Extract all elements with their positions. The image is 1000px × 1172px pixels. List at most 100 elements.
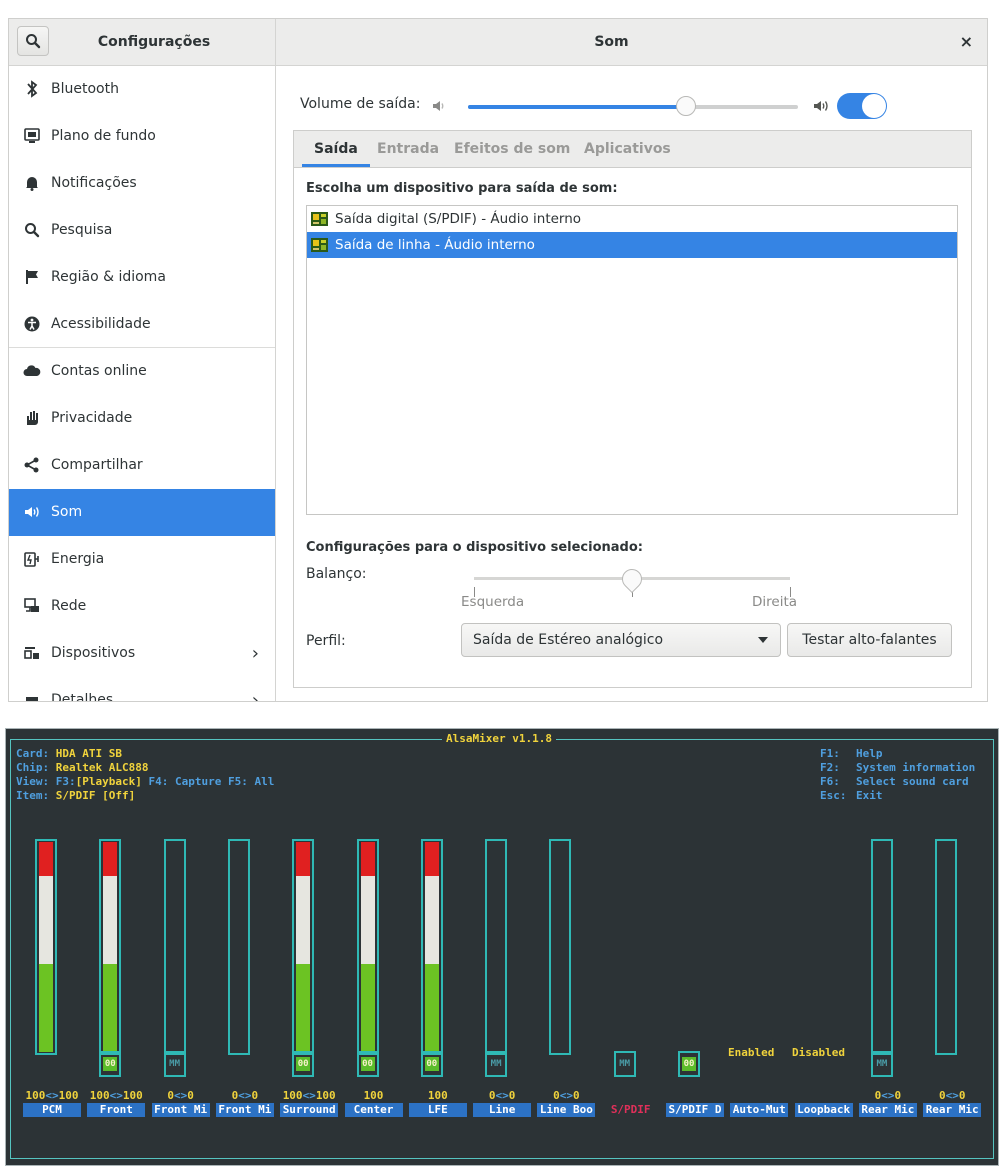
output-volume-switch[interactable] (837, 93, 887, 119)
close-button[interactable]: × (960, 19, 973, 65)
right-value: 100 (315, 1089, 336, 1102)
volume-bar[interactable] (549, 839, 572, 1055)
value: 100 (363, 1089, 384, 1102)
volume-bar[interactable] (99, 839, 122, 1055)
channel-name[interactable]: Surround (280, 1103, 339, 1117)
volume-bar[interactable] (163, 839, 186, 1055)
sidebar-item-dispositivos[interactable]: Dispositivos › (9, 630, 275, 677)
background-icon (24, 128, 40, 143)
link-arrow-icon: <> (945, 1089, 959, 1102)
channel-name[interactable]: S/PDIF D (666, 1103, 724, 1117)
mixer-channel[interactable]: Loopback (792, 729, 856, 1129)
panel-title: Som (594, 34, 629, 50)
mute-toggle[interactable]: 00 (99, 1051, 122, 1077)
mute-toggle[interactable]: 00 (292, 1051, 315, 1077)
volume-bar[interactable] (356, 839, 379, 1055)
sidebar-item-som[interactable]: Som (9, 489, 275, 536)
tab-aplicativos[interactable]: Aplicativos (572, 131, 683, 167)
channel-values: 100<>100 (84, 1089, 148, 1102)
volume-bar[interactable] (227, 839, 250, 1055)
sidebar-item-notifica-es[interactable]: Notificações (9, 160, 275, 207)
mute-toggle[interactable]: MM (870, 1051, 893, 1077)
balance-slider[interactable] (474, 564, 791, 597)
search-button[interactable] (17, 26, 49, 56)
mixer-channel[interactable]: 0<>0 Line Boo (534, 729, 598, 1129)
sidebar-item-plano-de-fundo[interactable]: Plano de fundo (9, 113, 275, 160)
output-volume-handle[interactable] (675, 96, 696, 116)
link-arrow-icon: <> (559, 1089, 574, 1102)
mute-toggle[interactable]: MM (163, 1051, 186, 1077)
tab-entrada[interactable]: Entrada (365, 131, 451, 167)
channel-name[interactable]: Rear Mic (923, 1103, 982, 1117)
channel-name[interactable]: Auto-Mut (730, 1103, 789, 1117)
profile-dropdown[interactable]: Saída de Estéreo analógico (461, 623, 781, 657)
volume-bar[interactable] (420, 839, 443, 1055)
channel-name[interactable]: S/PDIF (601, 1103, 660, 1117)
channel-name[interactable]: Line Boo (537, 1103, 596, 1117)
test-speakers-button[interactable]: Testar alto-falantes (787, 623, 952, 657)
link-arrow-icon: <> (302, 1089, 316, 1102)
mixer-channel[interactable]: 00 100<>100 Surround (277, 729, 341, 1129)
mute-toggle[interactable]: 00 (356, 1051, 379, 1077)
volume-bar[interactable] (935, 839, 958, 1055)
mute-state: MM (619, 1059, 631, 1069)
mixer-channel[interactable]: MM 0<>0 Rear Mic (856, 729, 920, 1129)
mixer-channel[interactable]: 0<>0 Rear Mic (920, 729, 984, 1129)
channel-values: 100 (406, 1089, 470, 1102)
tab-sa-da[interactable]: Saída (302, 131, 370, 167)
mixer-channel[interactable]: 00 S/PDIF D (663, 729, 727, 1129)
mute-toggle[interactable]: 00 (420, 1051, 443, 1077)
balance-handle[interactable] (617, 564, 647, 594)
volume-bar[interactable] (292, 839, 315, 1055)
sidebar-item-compartilhar[interactable]: Compartilhar (9, 442, 275, 489)
mixer-channel[interactable]: MM 0<>0 Front Mi (149, 729, 213, 1129)
tab-efeitos-de-som[interactable]: Efeitos de som (442, 131, 582, 167)
channel-name[interactable]: Loopback (794, 1103, 853, 1117)
sidebar-item-privacidade[interactable]: Privacidade (9, 395, 275, 442)
mute-toggle[interactable]: MM (613, 1051, 636, 1077)
volume-bar[interactable] (35, 839, 57, 1055)
channel-name[interactable]: PCM (23, 1103, 81, 1117)
volume-bar[interactable] (870, 839, 893, 1055)
channel-name[interactable]: Front Mi (151, 1103, 210, 1117)
mute-toggle[interactable]: MM (485, 1051, 508, 1077)
mixer-channel[interactable]: MM S/PDIF (599, 729, 663, 1129)
mixer-channel[interactable]: MM 0<>0 Line (470, 729, 534, 1129)
mixer-channel[interactable]: 00 100<>100 Front (84, 729, 148, 1129)
level-red (103, 842, 118, 876)
balance-left-label: Esquerda (461, 594, 525, 610)
level-white (424, 875, 439, 964)
mixer-channel[interactable]: 100<>100 PCM (20, 729, 84, 1129)
sidebar-item-label: Privacidade (51, 410, 133, 426)
channel-name[interactable]: Center (344, 1103, 403, 1117)
channel-name[interactable]: Front Mi (215, 1103, 274, 1117)
left-value: 100 (25, 1089, 46, 1102)
output-device-row[interactable]: Saída de linha - Áudio interno (307, 232, 957, 258)
output-volume-slider[interactable] (468, 96, 798, 116)
sidebar-item-contas-online[interactable]: Contas online (9, 348, 275, 395)
sidebar-item-pesquisa[interactable]: Pesquisa (9, 207, 275, 254)
sidebar-item-regi-o-idioma[interactable]: Região & idioma (9, 254, 275, 301)
mixer-channel[interactable]: 00 100 Center (342, 729, 406, 1129)
sidebar-item-rede[interactable]: Rede (9, 583, 275, 630)
sidebar-item-label: Dispositivos (51, 645, 136, 661)
chevron-right-icon: › (251, 643, 259, 664)
sidebar-item-detalhes[interactable]: Detalhes › (9, 677, 275, 701)
channel-name[interactable]: Line (473, 1103, 532, 1117)
mute-toggle[interactable]: 00 (678, 1051, 700, 1077)
mixer-channel[interactable]: 00 100 LFE (406, 729, 470, 1129)
mixer-channel[interactable]: Auto-Mut (727, 729, 791, 1129)
sidebar-item-acessibilidade[interactable]: Acessibilidade (9, 301, 275, 348)
level-green (39, 963, 53, 1052)
channel-name[interactable]: LFE (408, 1103, 467, 1117)
level-red (360, 842, 375, 876)
sidebar-item-bluetooth[interactable]: Bluetooth (9, 66, 275, 113)
sidebar-item-energia[interactable]: Energia (9, 536, 275, 583)
channel-name[interactable]: Front (87, 1103, 146, 1117)
mute-state: MM (490, 1059, 502, 1069)
output-device-row[interactable]: Saída digital (S/PDIF) - Áudio interno (307, 206, 957, 232)
channel-name[interactable]: Rear Mic (858, 1103, 917, 1117)
volume-bar[interactable] (485, 839, 508, 1055)
mixer-channel[interactable]: 0<>0 Front Mi (213, 729, 277, 1129)
level-white (103, 875, 118, 964)
